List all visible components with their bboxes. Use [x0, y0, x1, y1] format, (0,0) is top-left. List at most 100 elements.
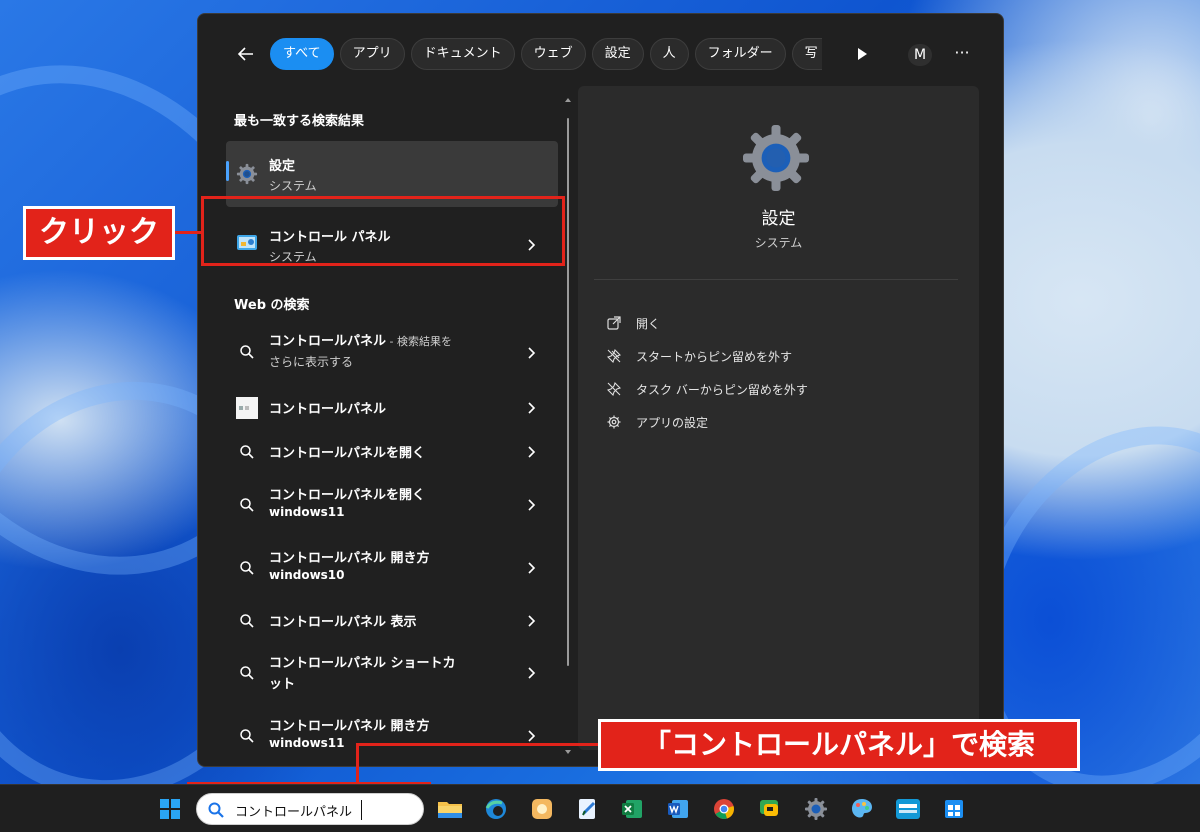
web-result[interactable]: コントロールパネル 開き方 windows11 [226, 707, 558, 763]
search-filter-bar: すべて アプリ ドキュメント ウェブ 設定 人 フォルダー 写 M ··· [198, 14, 1003, 96]
web-result[interactable]: コントロールパネル ショートカ ット [226, 644, 558, 700]
chevron-right-icon [528, 347, 536, 359]
result-title: コントロールパネル 表示 [269, 615, 417, 630]
gear-icon [236, 163, 258, 185]
taskbar: コントロールパネル [0, 784, 1200, 832]
chrome-icon[interactable] [708, 793, 740, 825]
tab-all[interactable]: すべて [270, 38, 334, 70]
action-unpin-start[interactable]: スタートからピン留めを外す [606, 345, 792, 367]
callout-connector [175, 231, 203, 234]
result-line2: windows11 [269, 505, 345, 519]
gear-icon [606, 414, 622, 430]
result-title: コントロールパネル - 検索結果を [269, 334, 452, 349]
more-options-button[interactable]: ··· [950, 44, 974, 66]
tab-apps[interactable]: アプリ [339, 38, 405, 70]
action-app-settings[interactable]: アプリの設定 [606, 411, 708, 433]
taskbar-search-input[interactable]: コントロールパネル [196, 793, 424, 825]
action-label: タスク バーからピン留めを外す [636, 382, 808, 397]
search-icon [236, 441, 258, 463]
search-icon [236, 494, 258, 516]
avatar[interactable]: M [908, 44, 932, 66]
scroll-down-arrow-icon[interactable] [564, 748, 572, 756]
web-result[interactable]: コントロールパネルを開く [226, 430, 558, 470]
selection-indicator [226, 161, 229, 181]
paint-icon[interactable] [846, 793, 878, 825]
chevron-right-icon [528, 402, 536, 414]
open-external-icon [606, 315, 622, 331]
result-title: コントロールパネル [269, 402, 387, 417]
scroll-up-arrow-icon[interactable] [564, 96, 572, 104]
search-icon [236, 662, 258, 684]
scroll-tabs-button[interactable] [854, 46, 870, 62]
highlight-control-panel-result [201, 196, 565, 266]
chevron-right-icon [528, 615, 536, 627]
result-title: コントロールパネルを開く [269, 446, 426, 461]
action-label: スタートからピン留めを外す [636, 349, 793, 364]
unpin-icon [606, 348, 622, 364]
search-icon [236, 610, 258, 632]
web-result[interactable]: コントロールパネルを開く windows11 [226, 476, 558, 532]
search-icon [236, 725, 258, 747]
detail-pane: 設定 システム 開く スタートからピン留めを外す タスク バーからピン留めを外す [578, 86, 979, 750]
start-icon[interactable] [154, 793, 186, 825]
edge-icon[interactable] [480, 793, 512, 825]
action-open[interactable]: 開く [606, 312, 660, 334]
result-suffix: - 検索結果を [386, 335, 452, 348]
back-button[interactable] [232, 40, 260, 68]
settings-icon[interactable] [800, 793, 832, 825]
search-icon [236, 341, 258, 363]
result-title: コントロールパネル ショートカ [269, 656, 456, 671]
tab-web[interactable]: ウェブ [520, 38, 586, 70]
result-line2: さらに表示する [269, 355, 354, 369]
action-label: アプリの設定 [636, 415, 709, 430]
action-unpin-taskbar[interactable]: タスク バーからピン留めを外す [606, 378, 808, 400]
excel-icon[interactable] [616, 793, 648, 825]
result-title: 設定 [269, 159, 296, 174]
website-favicon-icon [236, 397, 258, 419]
tab-people[interactable]: 人 [649, 38, 689, 70]
prime-video-icon[interactable] [892, 793, 924, 825]
result-line2: ット [269, 677, 296, 692]
play-icon [858, 48, 867, 60]
unpin-icon [606, 381, 622, 397]
chevron-right-icon [528, 730, 536, 742]
web-result[interactable]: コントロールパネル 開き方 windows10 [226, 539, 558, 595]
click-callout: クリック [23, 206, 175, 260]
callout-connector [356, 744, 359, 784]
search-query-text: コントロールパネル [235, 805, 353, 820]
notepad-icon[interactable] [572, 793, 604, 825]
chat-icon[interactable] [754, 793, 786, 825]
result-title: コントロールパネルを開く [269, 488, 426, 503]
web-result[interactable]: コントロールパネル - 検索結果を さらに表示する [226, 322, 558, 380]
result-subtitle: システム [269, 179, 317, 193]
tab-folders[interactable]: フォルダー [694, 38, 786, 70]
search-icon [236, 557, 258, 579]
result-title: コントロールパネル 開き方 [269, 719, 430, 734]
callout-connector [356, 743, 600, 746]
word-icon[interactable] [662, 793, 694, 825]
text-caret [361, 800, 362, 820]
gear-icon [743, 125, 809, 191]
chevron-right-icon [528, 499, 536, 511]
search-callout: 「コントロールパネル」で検索 [598, 719, 1080, 771]
detail-title: 設定 [761, 209, 796, 229]
detail-subtitle: システム [754, 236, 803, 250]
chevron-right-icon [528, 667, 536, 679]
web-search-heading: Web の検索 [234, 298, 310, 313]
back-arrow-icon [237, 47, 253, 61]
scrollbar-thumb[interactable] [567, 118, 569, 666]
result-line2: windows11 [269, 736, 345, 750]
tab-photos[interactable]: 写 [791, 38, 822, 70]
search-icon [208, 802, 224, 818]
best-match-heading: 最も一致する検索結果 [234, 114, 365, 129]
web-result[interactable]: コントロールパネル [226, 386, 558, 426]
photos-icon[interactable] [526, 793, 558, 825]
tab-settings[interactable]: 設定 [591, 38, 644, 70]
file-explorer-icon[interactable] [434, 793, 466, 825]
store-icon[interactable] [938, 793, 970, 825]
filter-tabs: すべて アプリ ドキュメント ウェブ 設定 人 フォルダー 写 [270, 38, 822, 70]
chevron-right-icon [528, 562, 536, 574]
search-panel: すべて アプリ ドキュメント ウェブ 設定 人 フォルダー 写 M ··· 最も… [197, 13, 1004, 767]
tab-documents[interactable]: ドキュメント [410, 38, 515, 70]
web-result[interactable]: コントロールパネル 表示 [226, 599, 558, 639]
